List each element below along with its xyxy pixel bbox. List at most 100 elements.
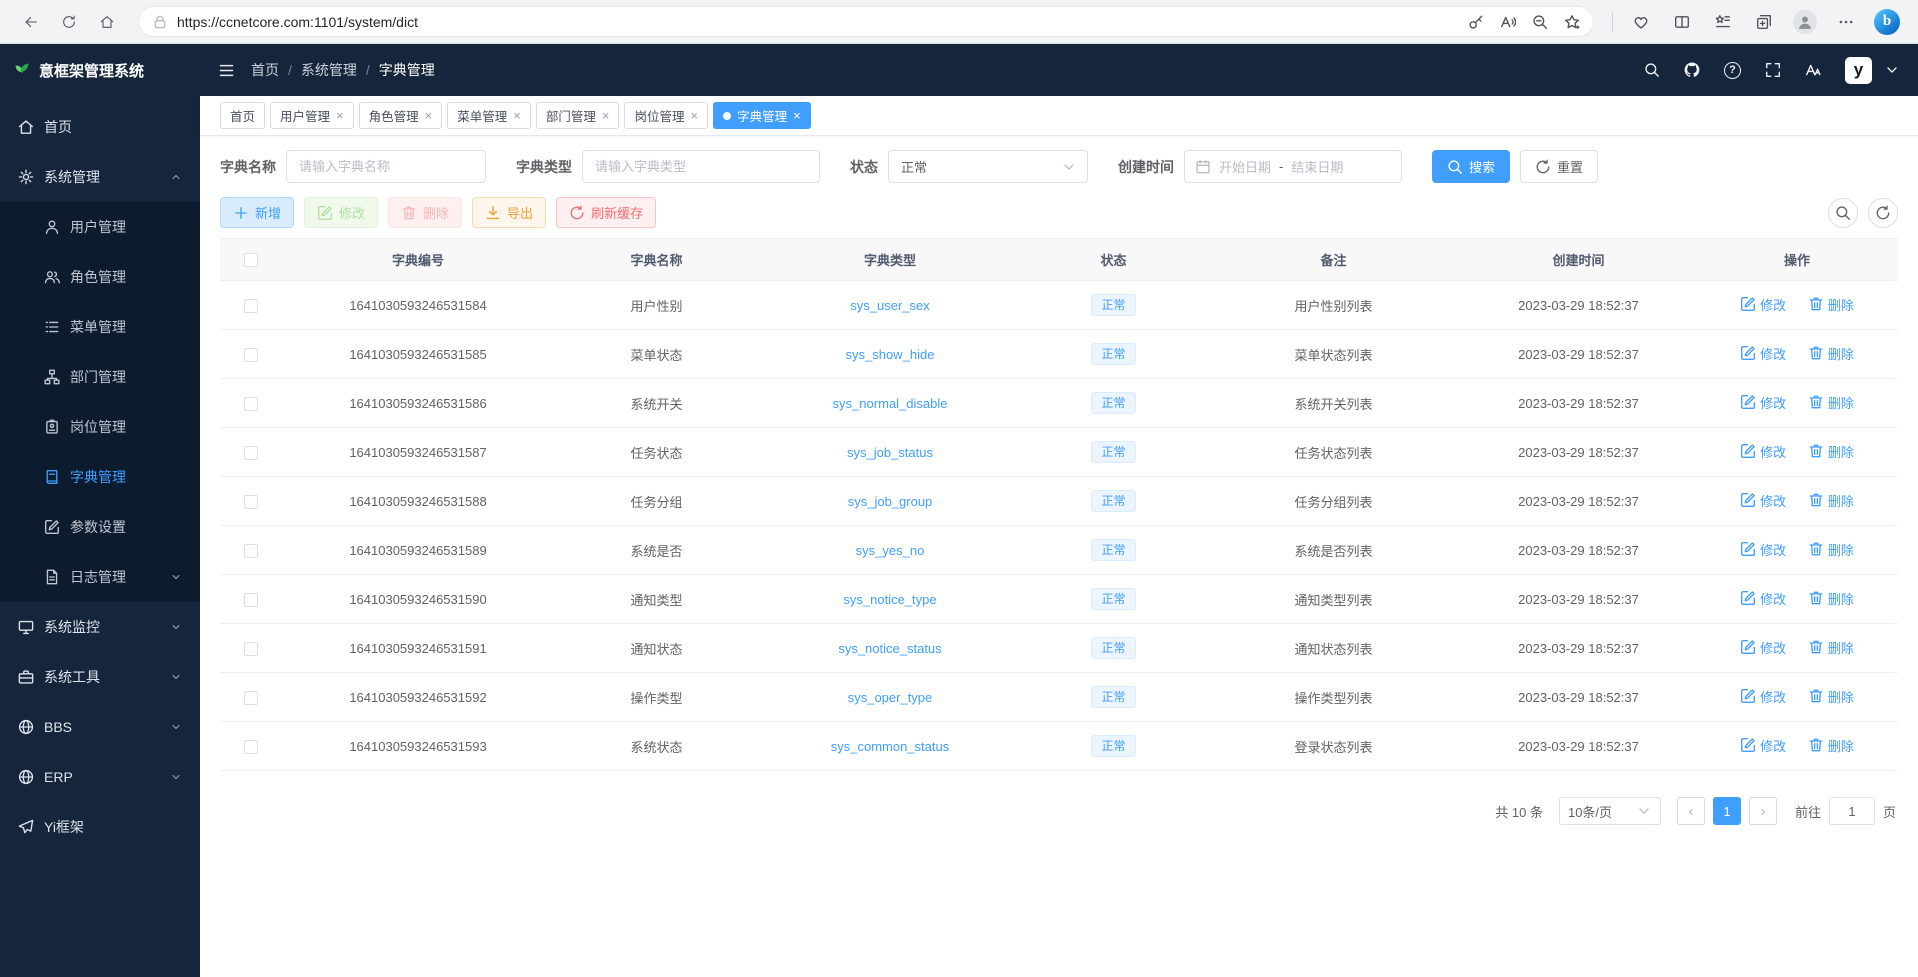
row-edit-link[interactable]: 修改 xyxy=(1740,589,1786,608)
status-select[interactable]: 正常 xyxy=(888,150,1088,183)
tab-user[interactable]: 用户管理 × xyxy=(270,102,354,129)
row-delete-link[interactable]: 删除 xyxy=(1808,589,1854,608)
tab-post[interactable]: 岗位管理 × xyxy=(624,102,708,129)
sidebar-item-log[interactable]: 日志管理 xyxy=(0,552,200,602)
password-key-icon[interactable] xyxy=(1468,14,1484,30)
profile-button[interactable] xyxy=(1788,5,1822,39)
sidebar-item-menu[interactable]: 菜单管理 xyxy=(0,302,200,352)
dict-type-link[interactable]: sys_notice_status xyxy=(838,641,941,656)
row-edit-link[interactable]: 修改 xyxy=(1740,540,1786,559)
search-icon[interactable] xyxy=(1644,62,1660,78)
back-button[interactable] xyxy=(14,5,48,39)
row-checkbox[interactable] xyxy=(244,740,258,754)
close-icon[interactable]: × xyxy=(793,109,801,122)
favorites-button[interactable] xyxy=(1706,5,1740,39)
chevron-down-icon[interactable] xyxy=(1884,62,1900,78)
refresh-button[interactable] xyxy=(52,5,86,39)
refresh-table-button[interactable] xyxy=(1868,198,1898,228)
sidebar-item-system[interactable]: 系统管理 xyxy=(0,152,200,202)
fullscreen-icon[interactable] xyxy=(1765,62,1781,78)
url-text[interactable]: https://ccnetcore.com:1101/system/dict xyxy=(177,14,1459,30)
end-date-placeholder[interactable]: 结束日期 xyxy=(1291,157,1343,176)
row-checkbox[interactable] xyxy=(244,299,258,313)
close-icon[interactable]: × xyxy=(425,109,433,122)
close-icon[interactable]: × xyxy=(336,109,344,122)
dict-type-link[interactable]: sys_notice_type xyxy=(843,592,936,607)
tab-role[interactable]: 角色管理 × xyxy=(359,102,443,129)
sidebar-item-monitor[interactable]: 系统监控 xyxy=(0,602,200,652)
address-bar[interactable]: https://ccnetcore.com:1101/system/dict xyxy=(138,6,1594,37)
sidebar-item-dept[interactable]: 部门管理 xyxy=(0,352,200,402)
sidebar-item-home[interactable]: 首页 xyxy=(0,102,200,152)
tab-dept[interactable]: 部门管理 × xyxy=(536,102,620,129)
refresh-cache-button[interactable]: 刷新缓存 xyxy=(556,197,656,228)
export-button[interactable]: 导出 xyxy=(472,197,546,228)
row-delete-link[interactable]: 删除 xyxy=(1808,638,1854,657)
dict-name-input[interactable] xyxy=(286,150,486,183)
row-checkbox[interactable] xyxy=(244,495,258,509)
breadcrumb-system[interactable]: 系统管理 xyxy=(301,60,357,80)
help-icon[interactable]: ? xyxy=(1724,62,1741,79)
dict-type-link[interactable]: sys_user_sex xyxy=(850,298,929,313)
prev-page-button[interactable]: ‹ xyxy=(1677,797,1705,825)
page-size-select[interactable]: 10条/页 xyxy=(1559,797,1661,825)
row-delete-link[interactable]: 删除 xyxy=(1808,491,1854,510)
row-checkbox[interactable] xyxy=(244,446,258,460)
zoom-icon[interactable] xyxy=(1532,14,1548,30)
toggle-search-button[interactable] xyxy=(1828,198,1858,228)
menu-fold-icon[interactable] xyxy=(218,62,235,79)
dict-type-link[interactable]: sys_oper_type xyxy=(848,690,933,705)
dict-type-link[interactable]: sys_job_status xyxy=(847,445,933,460)
github-icon[interactable] xyxy=(1684,62,1700,78)
browser-menu-button[interactable] xyxy=(1829,5,1863,39)
dict-type-input[interactable] xyxy=(582,150,820,183)
row-edit-link[interactable]: 修改 xyxy=(1740,393,1786,412)
read-aloud-icon[interactable] xyxy=(1500,14,1516,30)
close-icon[interactable]: × xyxy=(513,109,521,122)
add-button[interactable]: 新增 xyxy=(220,197,294,228)
current-page-button[interactable]: 1 xyxy=(1713,797,1741,825)
row-edit-link[interactable]: 修改 xyxy=(1740,736,1786,755)
date-range-picker[interactable]: 开始日期 - 结束日期 xyxy=(1184,150,1402,183)
tab-dict[interactable]: 字典管理 × xyxy=(713,102,811,129)
row-delete-link[interactable]: 删除 xyxy=(1808,393,1854,412)
row-checkbox[interactable] xyxy=(244,397,258,411)
row-edit-link[interactable]: 修改 xyxy=(1740,491,1786,510)
sidebar-item-yi[interactable]: Yi框架 xyxy=(0,802,200,852)
row-delete-link[interactable]: 删除 xyxy=(1808,540,1854,559)
row-delete-link[interactable]: 删除 xyxy=(1808,687,1854,706)
row-checkbox[interactable] xyxy=(244,642,258,656)
close-icon[interactable]: × xyxy=(690,109,698,122)
sidebar-item-bbs[interactable]: BBS xyxy=(0,702,200,752)
row-edit-link[interactable]: 修改 xyxy=(1740,687,1786,706)
row-edit-link[interactable]: 修改 xyxy=(1740,638,1786,657)
tab-home[interactable]: 首页 xyxy=(220,102,265,129)
next-page-button[interactable]: › xyxy=(1749,797,1777,825)
dict-type-link[interactable]: sys_yes_no xyxy=(856,543,925,558)
app-logo[interactable]: 意框架管理系统 xyxy=(0,44,200,96)
browser-essentials-button[interactable] xyxy=(1624,5,1658,39)
reset-button[interactable]: 重置 xyxy=(1520,150,1598,183)
sidebar-item-dict[interactable]: 字典管理 xyxy=(0,452,200,502)
yi-logo[interactable]: y xyxy=(1845,57,1872,84)
row-edit-link[interactable]: 修改 xyxy=(1740,295,1786,314)
row-edit-link[interactable]: 修改 xyxy=(1740,344,1786,363)
tab-menu[interactable]: 菜单管理 × xyxy=(447,102,531,129)
dict-type-link[interactable]: sys_normal_disable xyxy=(833,396,948,411)
row-checkbox[interactable] xyxy=(244,544,258,558)
row-delete-link[interactable]: 删除 xyxy=(1808,736,1854,755)
font-size-icon[interactable] xyxy=(1805,62,1821,78)
row-delete-link[interactable]: 删除 xyxy=(1808,442,1854,461)
sidebar-item-param[interactable]: 参数设置 xyxy=(0,502,200,552)
row-edit-link[interactable]: 修改 xyxy=(1740,442,1786,461)
collections-button[interactable] xyxy=(1747,5,1781,39)
dict-type-link[interactable]: sys_job_group xyxy=(848,494,933,509)
sidebar-item-post[interactable]: 岗位管理 xyxy=(0,402,200,452)
bing-sidebar-button[interactable]: b xyxy=(1870,5,1904,39)
row-checkbox[interactable] xyxy=(244,593,258,607)
close-icon[interactable]: × xyxy=(602,109,610,122)
goto-page-input[interactable] xyxy=(1829,797,1875,825)
split-screen-button[interactable] xyxy=(1665,5,1699,39)
add-favorite-icon[interactable] xyxy=(1564,14,1580,30)
sidebar-item-erp[interactable]: ERP xyxy=(0,752,200,802)
